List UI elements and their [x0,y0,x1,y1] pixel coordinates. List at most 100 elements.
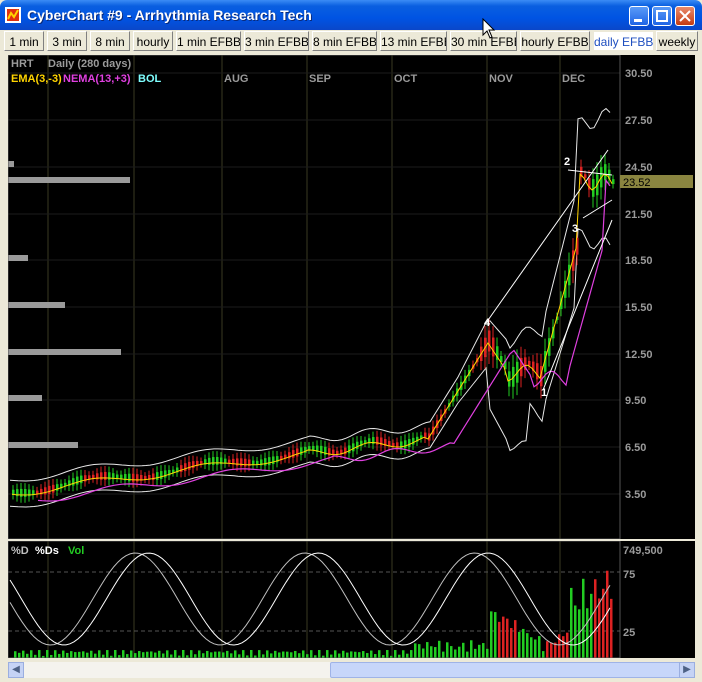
volume-bar [282,651,285,658]
volume-bar [26,653,29,658]
tab-3-min-efbb[interactable]: 3 min EFBB [244,31,309,51]
volume-bar [470,640,473,658]
candle-body [24,489,27,497]
candle-body [192,461,195,469]
wave-label-4: 4 [484,317,491,329]
candle-body [348,445,351,454]
tab-3-min[interactable]: 3 min [47,31,87,51]
volume-bar [438,640,441,658]
tab-hourly-efbb[interactable]: hourly EFBB [520,31,590,51]
candle-body [392,442,395,447]
volume-bar [310,650,313,658]
volume-bar [594,579,597,658]
volume-bar [250,650,253,658]
candle-body [492,337,495,357]
candle-body [296,448,299,457]
month-label: NOV [489,73,514,85]
volume-bar [230,653,233,658]
legend-vol: Vol [68,545,84,557]
close-icon [679,10,691,22]
volume-profile-bar [8,255,28,261]
tab-13-min-efbb[interactable]: 13 min EFBB [380,31,447,51]
volume-bar [30,650,33,658]
candle-body [264,458,267,466]
volume-bar [318,650,321,658]
price-plot-border [7,54,621,540]
volume-bar [62,650,65,658]
volume-bar [350,651,353,658]
volume-bar [274,650,277,658]
volume-bar [38,650,41,658]
volume-bar [190,650,193,658]
tab-8-min[interactable]: 8 min [90,31,130,51]
volume-bar [78,651,81,658]
minimize-button[interactable] [629,6,649,26]
volume-bar [454,649,457,658]
volume-bar [410,650,413,658]
volume-bar [270,653,273,658]
wave-label-3: 3 [572,223,578,235]
volume-bar [242,650,245,658]
price-axis-label: 24.50 [625,162,653,174]
volume-bar [146,651,149,658]
price-panel[interactable]: HRT Daily (280 days) EMA(3,-3) NEMA(13,+… [7,54,695,540]
indicator-chart[interactable]: %D %Ds Vol 749,500 75 25 [7,540,695,659]
volume-bar [126,654,129,658]
candle-body [272,456,275,465]
tab-1-min-efbb[interactable]: 1 min EFBB [176,31,241,51]
volume-bar [82,651,85,658]
volume-bar [590,593,593,658]
scroll-left-button[interactable]: ◀ [8,662,24,678]
volume-bar [442,651,445,658]
volume-bar [226,650,229,658]
maximize-button[interactable] [652,6,672,26]
indicator-panel[interactable]: %D %Ds Vol 749,500 75 25 [7,540,695,659]
volume-bar [366,653,369,658]
horizontal-scrollbar[interactable]: ◀ ▶ [8,662,695,678]
tab-hourly[interactable]: hourly [133,31,173,51]
volume-bar [162,653,165,658]
candle-body [352,443,355,452]
scroll-thumb[interactable] [330,662,685,678]
volume-bar [474,648,477,658]
candle-body [180,465,183,472]
symbol-label: HRT [11,58,34,70]
volume-bar [370,650,373,658]
volume-bar [306,654,309,658]
wave-label-1: 1 [541,387,547,399]
volume-bar [290,652,293,658]
candle-body [408,439,411,447]
price-axis-label: 9.50 [625,395,646,407]
close-button[interactable] [675,6,695,26]
indicator-level-75: 75 [623,569,635,581]
candle-body [300,447,303,455]
volume-bar [218,651,221,658]
candle-body [100,472,103,480]
tab-8-min-efbb[interactable]: 8 min EFBB [312,31,377,51]
volume-bar [502,616,505,658]
volume-bar [206,650,209,658]
volume-bar [494,612,497,658]
price-axis-label: 18.50 [625,255,653,267]
tab-1-min[interactable]: 1 min [4,31,44,51]
volume-bar [482,643,485,658]
volume-bar [542,651,545,658]
volume-bar [538,636,541,658]
volume-bar [490,611,493,658]
last-price-value: 23.52 [623,177,651,189]
volume-bar [70,651,73,658]
tab-daily-efbb[interactable]: daily EFBB [593,31,654,51]
candle-body [20,488,23,497]
scroll-right-button[interactable]: ▶ [679,662,695,678]
candle-body [240,458,243,467]
volume-bar [378,650,381,658]
candle-body [132,473,135,482]
maximize-icon [656,10,668,22]
period-label: Daily (280 days) [48,58,131,70]
tab-weekly[interactable]: weekly [656,31,698,51]
volume-bar [122,650,125,658]
volume-profile-bar [8,177,130,183]
price-chart[interactable]: HRT Daily (280 days) EMA(3,-3) NEMA(13,+… [7,54,695,540]
legend-pct-d: %D [11,545,29,557]
volume-bar [430,646,433,658]
